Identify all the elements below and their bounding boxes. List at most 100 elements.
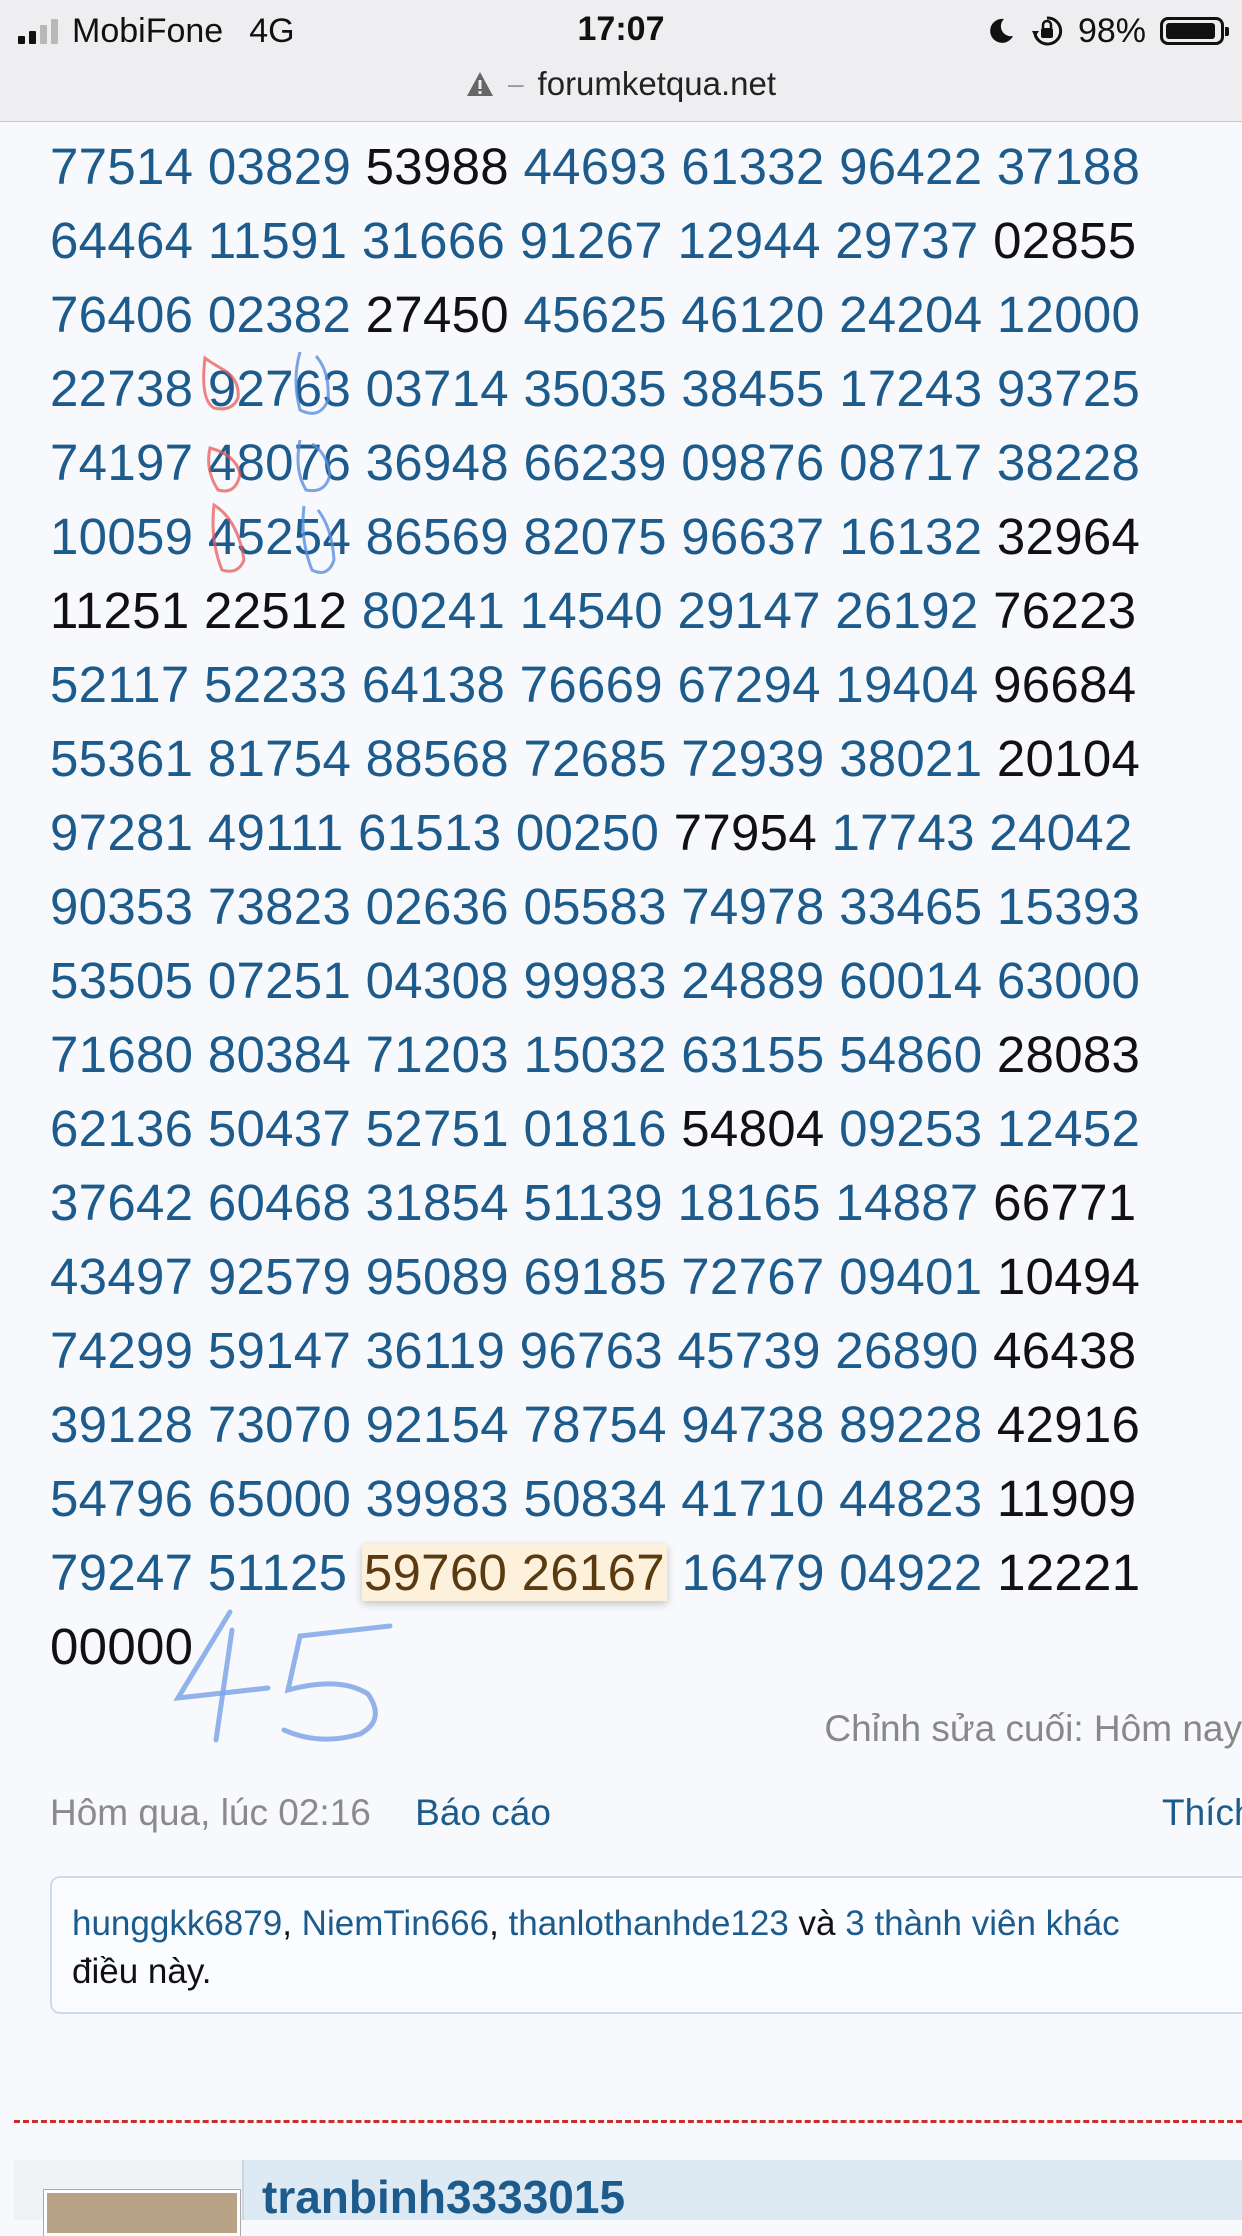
number-cell: 38021 [839, 730, 983, 787]
number-cell: 17243 [839, 360, 983, 417]
status-bar-right: 98% [986, 10, 1229, 52]
url-text[interactable]: forumketqua.net [538, 65, 776, 103]
number-row: 39128 73070 92154 78754 94738 89228 4291… [50, 1396, 1140, 1470]
number-cell: 11591 [207, 212, 348, 269]
number-cell: 72939 [681, 730, 825, 787]
number-cell: 95089 [365, 1248, 509, 1305]
number-cell: 12944 [677, 212, 821, 269]
number-cell: 80241 [361, 582, 506, 639]
number-cell: 11909 [996, 1470, 1137, 1527]
number-cell: 14540 [519, 582, 663, 639]
others-link[interactable]: 3 thành viên khác [845, 1904, 1119, 1943]
number-cell: 02382 [207, 286, 352, 343]
number-cell: 93725 [996, 360, 1141, 417]
number-row: 79247 51125 59760 26167 16479 04922 1222… [50, 1544, 1140, 1618]
likes-and: và [798, 1904, 836, 1943]
number-cell: 35035 [523, 360, 667, 417]
number-cell: 00250 [515, 804, 660, 861]
number-cell: 36948 [365, 434, 509, 491]
number-row: 10059 45254 86569 82075 96637 16132 3296… [50, 508, 1140, 582]
number-cell: 76406 [50, 286, 194, 343]
number-cell: 51139 [523, 1174, 663, 1231]
number-cell: 96637 [681, 508, 825, 565]
number-cell: 74197 [50, 434, 194, 491]
number-cell: 61513 [358, 804, 502, 861]
number-row: 71680 80384 71203 15032 63155 54860 2808… [50, 1026, 1140, 1100]
number-cell: 44693 [523, 138, 667, 195]
number-cell: 52751 [365, 1100, 509, 1157]
number-cell: 24204 [839, 286, 983, 343]
highlighted-number: 59760 26167 [361, 1544, 667, 1601]
number-grid: 77514 03829 53988 44693 61332 96422 3718… [50, 138, 1140, 1692]
battery-percent: 98% [1077, 11, 1146, 50]
battery-icon [1160, 17, 1229, 45]
number-cell: 38228 [996, 434, 1141, 491]
number-cell: 77514 [50, 138, 194, 195]
like-link[interactable]: Thích [1162, 1792, 1242, 1834]
orientation-lock-icon [1031, 16, 1063, 46]
number-cell: 73823 [207, 878, 352, 935]
number-cell: 29147 [677, 582, 821, 639]
number-row: 90353 73823 02636 05583 74978 33465 1539… [50, 878, 1140, 952]
number-cell: 07251 [207, 952, 352, 1009]
liker-link[interactable]: NiemTin666 [302, 1904, 489, 1943]
number-row: 62136 50437 52751 01816 54804 09253 1245… [50, 1100, 1140, 1174]
number-cell: 22512 [204, 582, 348, 639]
number-cell: 90353 [50, 878, 194, 935]
number-cell: 27450 [365, 286, 509, 343]
number-row: 37642 60468 31854 51139 18165 14887 6677… [50, 1174, 1140, 1248]
likes-suffix: điều này. [72, 1952, 212, 1991]
moon-icon [990, 18, 1013, 43]
number-row: 43497 92579 95089 69185 72767 09401 1049… [50, 1248, 1140, 1322]
number-cell: 26192 [835, 582, 979, 639]
number-cell: 54804 [681, 1100, 825, 1157]
number-cell: 66771 [993, 1174, 1137, 1231]
number-cell: 79247 [50, 1544, 194, 1601]
number-cell: 54860 [839, 1026, 983, 1083]
post-meta: Hôm qua, lúc 02:16 Báo cáo [50, 1792, 551, 1834]
number-cell: 62136 [50, 1100, 194, 1157]
number-cell: 15393 [996, 878, 1141, 935]
number-cell: 18165 [677, 1174, 821, 1231]
number-cell: 29737 [835, 212, 979, 269]
number-cell: 65000 [207, 1470, 352, 1527]
number-cell: 41710 [681, 1470, 825, 1527]
number-cell: 45739 [677, 1322, 821, 1379]
url-separator: – [507, 68, 524, 99]
number-row: 74299 59147 36119 96763 45739 26890 4643… [50, 1322, 1140, 1396]
next-post-user-column [14, 2160, 244, 2236]
number-cell: 46120 [681, 286, 825, 343]
number-row: 00000 [50, 1618, 1140, 1692]
number-cell: 91267 [519, 212, 663, 269]
number-cell: 81754 [207, 730, 352, 787]
liker-link[interactable]: thanlothanhde123 [509, 1904, 789, 1943]
number-row: 22738 92763 03714 35035 38455 17243 9372… [50, 360, 1140, 434]
edited-note: Chỉnh sửa cuối: Hôm nay [824, 1708, 1242, 1749]
number-cell: 45254 [207, 508, 352, 565]
number-cell: 53505 [50, 952, 194, 1009]
number-cell: 01816 [523, 1100, 667, 1157]
number-cell: 51125 [207, 1544, 348, 1601]
number-cell: 20104 [996, 730, 1141, 787]
number-cell: 96684 [993, 656, 1137, 713]
url-bar[interactable]: – forumketqua.net [0, 60, 1242, 108]
number-cell: 63000 [996, 952, 1141, 1009]
number-cell: 24042 [989, 804, 1133, 861]
report-link[interactable]: Báo cáo [415, 1792, 551, 1833]
next-post-username[interactable]: tranbinh3333015 [262, 2170, 625, 2224]
number-cell: 12452 [996, 1100, 1141, 1157]
number-cell: 52117 [50, 656, 190, 713]
number-cell: 38455 [681, 360, 825, 417]
liker-link[interactable]: hunggkk6879 [72, 1904, 282, 1943]
number-cell: 66239 [523, 434, 667, 491]
avatar[interactable] [44, 2190, 240, 2236]
number-cell: 99983 [523, 952, 667, 1009]
number-cell: 24889 [681, 952, 825, 1009]
number-cell: 71203 [365, 1026, 509, 1083]
number-cell: 11251 [50, 582, 190, 639]
number-cell: 63155 [681, 1026, 825, 1083]
number-cell: 00000 [50, 1618, 194, 1675]
number-cell: 71680 [50, 1026, 194, 1083]
post-date[interactable]: Hôm qua, lúc 02:16 [50, 1792, 371, 1833]
number-cell: 03829 [207, 138, 352, 195]
